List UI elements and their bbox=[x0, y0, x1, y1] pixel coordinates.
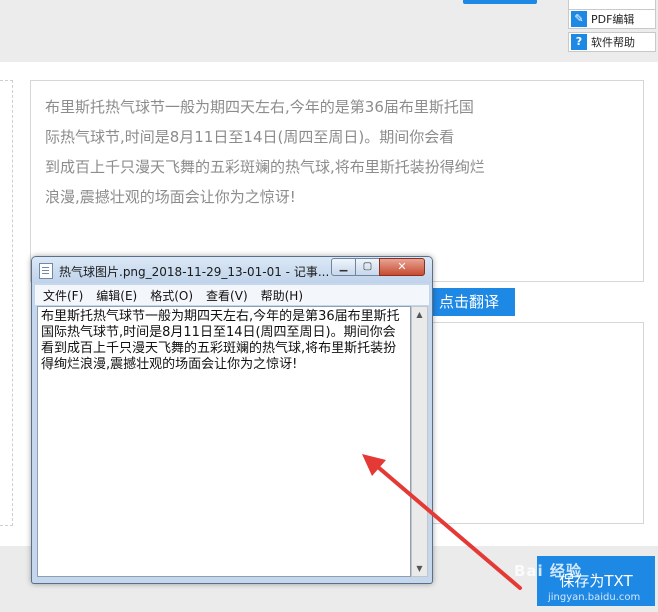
scroll-up-icon[interactable]: ▲ bbox=[412, 307, 427, 322]
notepad-window[interactable]: 热气球图片.png_2018-11-29_13-01-01 - 记事... ▁ … bbox=[31, 256, 433, 584]
source-text: 布里斯托热气球节一般为期四天左右,今年的是第36届布里斯托国 际热气球节,时间是… bbox=[45, 92, 525, 212]
menu-view[interactable]: 查看(V) bbox=[206, 287, 248, 304]
baidu-watermark-url: jingyan.baidu.com bbox=[548, 592, 641, 603]
baidu-watermark: Bai 经验 bbox=[514, 562, 582, 580]
source-line: 到成百上千只漫天飞舞的五彩斑斓的热气球,将布里斯托装扮得绚烂 bbox=[45, 158, 485, 176]
scroll-down-icon[interactable]: ▼ bbox=[412, 561, 427, 576]
close-button[interactable]: ✕ bbox=[379, 258, 425, 276]
question-icon: ? bbox=[571, 34, 587, 50]
menu-format[interactable]: 格式(O) bbox=[150, 287, 193, 304]
notepad-icon bbox=[39, 263, 53, 279]
notepad-title: 热气球图片.png_2018-11-29_13-01-01 - 记事... bbox=[59, 265, 329, 279]
menu-help[interactable]: 帮助(H) bbox=[261, 287, 303, 304]
pen-icon: ✎ bbox=[571, 11, 587, 27]
software-help-label: 软件帮助 bbox=[591, 36, 635, 49]
source-line: 布里斯托热气球节一般为期四天左右,今年的是第36届布里斯托国 bbox=[45, 98, 474, 116]
menu-edit[interactable]: 编辑(E) bbox=[96, 287, 137, 304]
top-toolbar-area bbox=[0, 0, 658, 62]
translate-button[interactable]: 点击翻译 bbox=[420, 288, 515, 316]
left-panel-border-top bbox=[0, 80, 13, 82]
top-tab-indicator bbox=[463, 0, 537, 4]
source-line: 际热气球节,时间是8月11日至14日(周四至周日)。期间你会看 bbox=[45, 128, 455, 146]
minimize-button[interactable]: ▁ bbox=[331, 258, 356, 276]
notepad-text-area[interactable]: 布里斯托热气球节一般为期四天左右,今年的是第36届布里斯托国际热气球节,时间是8… bbox=[37, 306, 411, 577]
translation-output-box[interactable] bbox=[420, 322, 644, 524]
maximize-button[interactable]: ▢ bbox=[355, 258, 380, 276]
source-line: 浪漫,震撼壮观的场面会让你为之惊讶! bbox=[45, 188, 296, 206]
vertical-scrollbar[interactable]: ▲ ▼ bbox=[411, 306, 428, 577]
notepad-menubar: 文件(F) 编辑(E) 格式(O) 查看(V) 帮助(H) bbox=[35, 285, 429, 305]
pdf-edit-button[interactable]: ✎ PDF编辑 bbox=[568, 9, 656, 29]
software-help-button[interactable]: ? 软件帮助 bbox=[568, 32, 656, 52]
left-panel-border-bottom bbox=[0, 525, 13, 527]
left-panel-border bbox=[12, 80, 14, 526]
menu-file[interactable]: 文件(F) bbox=[43, 287, 83, 304]
pdf-edit-label: PDF编辑 bbox=[591, 13, 635, 26]
notepad-titlebar[interactable]: 热气球图片.png_2018-11-29_13-01-01 - 记事... ▁ … bbox=[32, 257, 432, 283]
